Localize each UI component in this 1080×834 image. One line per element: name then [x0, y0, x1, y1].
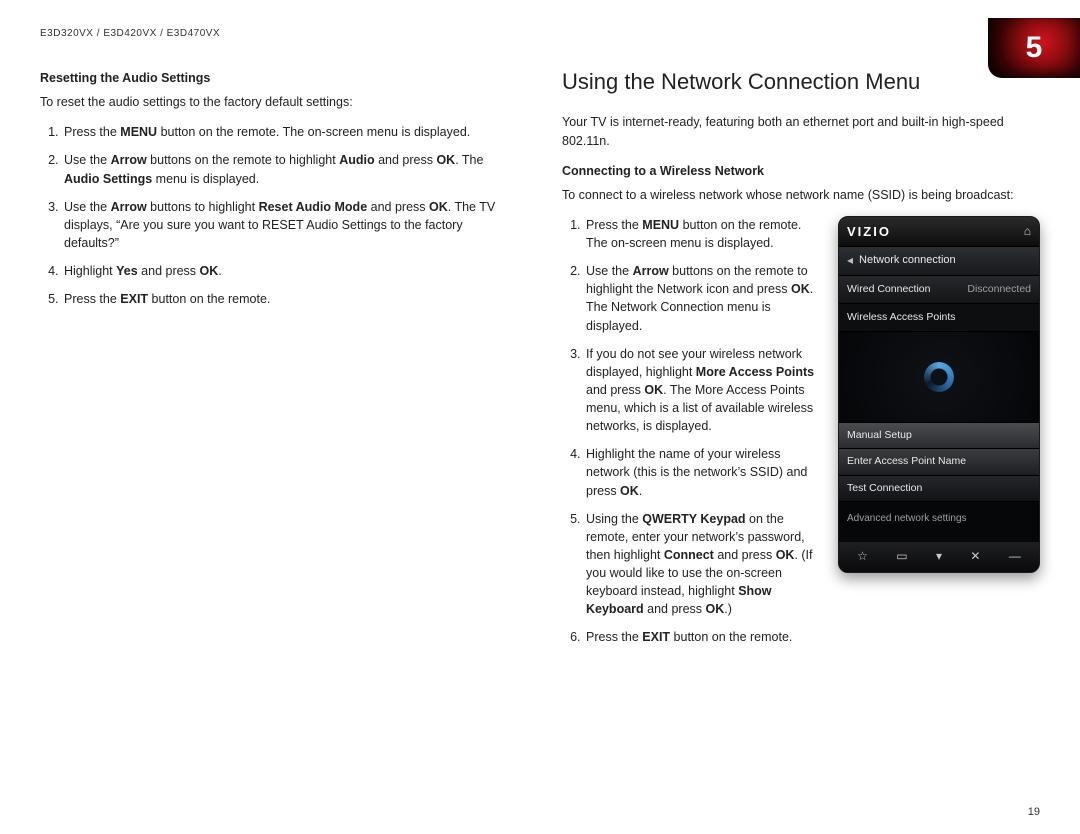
- home-icon: ⌂: [1024, 223, 1031, 240]
- right-step-1: Press the MENU button on the remote. The…: [584, 216, 824, 252]
- left-step-5: Press the EXIT button on the remote.: [62, 290, 518, 308]
- advanced-row: Advanced network settings: [839, 502, 1039, 543]
- left-steps: Press the MENU button on the remote. The…: [40, 123, 518, 308]
- right-step-3: If you do not see your wireless network …: [584, 345, 824, 436]
- close-icon: ✕: [970, 548, 980, 565]
- right-column: Using the Network Connection Menu Your T…: [562, 69, 1040, 661]
- right-step-4: Highlight the name of your wireless netw…: [584, 445, 824, 499]
- right-step-2: Use the Arrow buttons on the remote to h…: [584, 262, 824, 335]
- chapter-badge: 5: [988, 18, 1080, 78]
- spinner-icon: [924, 362, 954, 392]
- star-icon: ☆: [857, 548, 868, 565]
- left-title: Resetting the Audio Settings: [40, 69, 518, 87]
- wap-row: Wireless Access Points: [839, 304, 1039, 332]
- loading-row: [839, 332, 1039, 423]
- left-column: Resetting the Audio Settings To reset th…: [40, 69, 518, 661]
- right-sub-intro: To connect to a wireless network whose n…: [562, 186, 1040, 204]
- dash-icon: —: [1009, 548, 1021, 565]
- manual-setup-row: Manual Setup: [839, 423, 1039, 449]
- left-step-3: Use the Arrow buttons to highlight Reset…: [62, 198, 518, 252]
- device-softkeys: ☆ ▭ ▾ ✕ —: [839, 542, 1039, 571]
- left-step-2: Use the Arrow buttons on the remote to h…: [62, 151, 518, 187]
- wap-label: Wireless Access Points: [847, 310, 956, 325]
- device-breadcrumb: ◂ Network connection: [839, 247, 1039, 275]
- left-step-1: Press the MENU button on the remote. The…: [62, 123, 518, 141]
- left-step-4: Highlight Yes and press OK.: [62, 262, 518, 280]
- right-step-5: Using the QWERTY Keypad on the remote, e…: [584, 510, 824, 619]
- wired-value: Disconnected: [967, 282, 1031, 297]
- test-connection-row: Test Connection: [839, 476, 1039, 502]
- model-numbers: E3D320VX / E3D420VX / E3D470VX: [40, 28, 1040, 39]
- window-icon: ▭: [896, 548, 907, 565]
- wired-row: Wired Connection Disconnected: [839, 276, 1039, 304]
- wired-label: Wired Connection: [847, 282, 930, 297]
- left-intro: To reset the audio settings to the facto…: [40, 93, 518, 111]
- page-number: 19: [1028, 806, 1040, 818]
- device-brand: VIZIO: [847, 225, 891, 238]
- device-screenshot: VIZIO ⌂ ◂ Network connection Wired Conne…: [838, 216, 1040, 573]
- right-subtitle: Connecting to a Wireless Network: [562, 162, 1040, 180]
- enter-ap-row: Enter Access Point Name: [839, 449, 1039, 475]
- section-heading: Using the Network Connection Menu: [562, 69, 1040, 95]
- bookmark-icon: ▾: [936, 548, 942, 565]
- device-title: Network connection: [859, 253, 956, 269]
- right-intro: Your TV is internet-ready, featuring bot…: [562, 113, 1040, 149]
- back-icon: ◂: [847, 252, 853, 269]
- right-steps: Press the MENU button on the remote. The…: [562, 216, 824, 647]
- right-step-6: Press the EXIT button on the remote.: [584, 628, 824, 646]
